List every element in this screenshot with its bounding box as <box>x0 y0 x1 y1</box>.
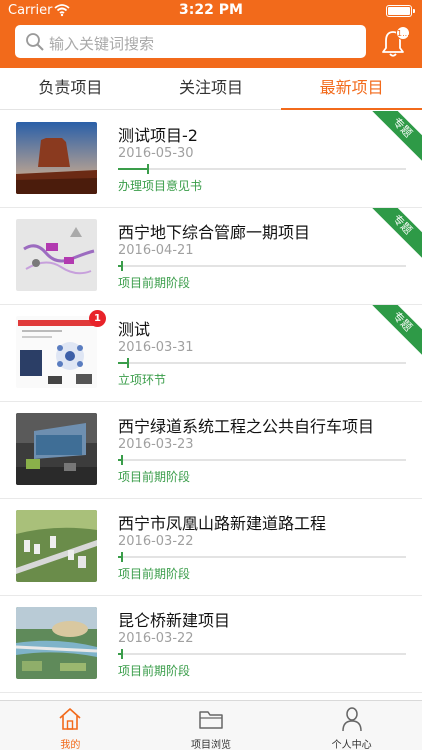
project-thumbnail <box>16 122 97 194</box>
bottom-tab-mine[interactable]: 我的 <box>0 701 141 750</box>
bottom-tab-profile[interactable]: 个人中心 <box>281 701 422 750</box>
tab-latest[interactable]: 最新项目 <box>281 68 422 110</box>
bottom-tab-bar: 我的 项目浏览 个人中心 <box>0 700 422 750</box>
progress-bar <box>118 164 406 174</box>
progress-bar <box>118 358 406 368</box>
status-bar: Carrier 3:22 PM <box>0 0 422 22</box>
topic-ribbon: 专题 <box>365 305 422 359</box>
project-date: 2016-03-31 <box>118 340 194 355</box>
person-icon <box>341 707 362 732</box>
project-title: 测试项目-2 <box>118 126 198 145</box>
project-tabs: 负责项目 关注项目 最新项目 <box>0 68 422 110</box>
project-date: 2016-04-21 <box>118 243 194 258</box>
topic-ribbon: 专题 <box>365 111 422 165</box>
notification-badge: 1... <box>396 26 410 40</box>
bottom-tab-browse[interactable]: 项目浏览 <box>141 701 282 750</box>
project-date: 2016-03-22 <box>118 534 194 549</box>
project-date: 2016-03-22 <box>118 631 194 646</box>
project-date: 2016-05-30 <box>118 146 194 161</box>
list-item[interactable]: 1 测试 2016-03-31 立项环节 专题 <box>0 305 422 402</box>
progress-bar <box>118 455 406 465</box>
bottom-tab-label: 我的 <box>60 740 81 750</box>
project-stage: 项目前期阶段 <box>118 276 191 290</box>
project-stage: 项目前期阶段 <box>118 470 191 484</box>
project-thumbnail <box>16 510 97 582</box>
clock: 3:22 PM <box>179 2 243 18</box>
project-thumbnail <box>16 219 97 291</box>
project-date: 2016-03-23 <box>118 437 194 452</box>
progress-bar <box>118 261 406 271</box>
battery-icon <box>386 5 415 17</box>
tab-responsible[interactable]: 负责项目 <box>0 68 141 109</box>
project-stage: 办理项目意见书 <box>118 179 203 193</box>
project-stage: 项目前期阶段 <box>118 664 191 678</box>
home-icon <box>59 708 81 730</box>
search-icon <box>26 33 44 51</box>
project-title: 测试 <box>118 320 151 339</box>
search-placeholder: 输入关键词搜索 <box>49 35 155 53</box>
list-item[interactable]: 测试项目-2 2016-05-30 办理项目意见书 专题 <box>0 111 422 208</box>
list-item[interactable]: 西宁地下综合管廊一期项目 2016-04-21 项目前期阶段 专题 <box>0 208 422 305</box>
tab-followed[interactable]: 关注项目 <box>141 68 282 109</box>
topic-ribbon: 专题 <box>365 208 422 262</box>
project-title: 西宁绿道系统工程之公共自行车项目 <box>118 417 375 436</box>
project-title: 昆仑桥新建项目 <box>118 611 231 630</box>
project-stage: 立项环节 <box>118 373 167 387</box>
project-title: 西宁地下综合管廊一期项目 <box>118 223 311 242</box>
list-item[interactable]: 西宁市凤凰山路新建道路工程 2016-03-22 项目前期阶段 <box>0 499 422 596</box>
project-stage: 项目前期阶段 <box>118 567 191 581</box>
unread-badge: 1 <box>89 310 106 327</box>
project-title: 西宁市凤凰山路新建道路工程 <box>118 514 327 533</box>
header: Carrier 3:22 PM 输入关键词搜索 1... <box>0 0 422 68</box>
list-item[interactable]: 昆仑桥新建项目 2016-03-22 项目前期阶段 <box>0 596 422 693</box>
project-thumbnail <box>16 413 97 485</box>
project-thumbnail <box>16 607 97 679</box>
search-input[interactable]: 输入关键词搜索 <box>15 25 366 58</box>
bottom-tab-label: 个人中心 <box>331 740 372 750</box>
folder-icon <box>199 711 223 729</box>
project-thumbnail <box>16 316 97 388</box>
bottom-tab-label: 项目浏览 <box>191 740 231 750</box>
progress-bar <box>118 552 406 562</box>
project-list: 测试项目-2 2016-05-30 办理项目意见书 专题 西宁地下综合管廊一期项… <box>0 111 422 693</box>
progress-bar <box>118 649 406 659</box>
list-item[interactable]: 西宁绿道系统工程之公共自行车项目 2016-03-23 项目前期阶段 <box>0 402 422 499</box>
